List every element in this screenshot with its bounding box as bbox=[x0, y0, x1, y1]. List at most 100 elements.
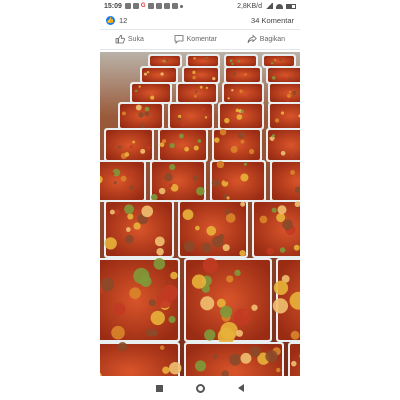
food-piece bbox=[265, 350, 278, 363]
food-piece bbox=[140, 123, 145, 129]
message-icon bbox=[132, 3, 139, 9]
food-piece bbox=[170, 271, 178, 280]
food-piece bbox=[290, 330, 300, 340]
food-piece bbox=[243, 162, 247, 166]
food-piece bbox=[122, 111, 126, 116]
food-piece bbox=[285, 97, 290, 102]
food-piece bbox=[238, 132, 244, 139]
food-containers-photo[interactable] bbox=[100, 52, 300, 376]
food-piece bbox=[271, 207, 277, 213]
food-piece bbox=[240, 173, 249, 182]
food-piece bbox=[286, 93, 291, 98]
food-piece bbox=[162, 366, 170, 374]
food-piece bbox=[207, 115, 210, 118]
food-piece bbox=[140, 275, 152, 288]
food-piece bbox=[224, 209, 231, 215]
food-piece bbox=[212, 77, 216, 81]
status-right: 2,8KB/d bbox=[237, 3, 296, 10]
food-piece bbox=[293, 244, 300, 251]
status-time: 15:09 bbox=[104, 2, 122, 10]
navigation-bar bbox=[100, 376, 300, 400]
like-button[interactable]: Suka bbox=[115, 34, 144, 44]
food-piece bbox=[197, 139, 202, 143]
food-piece bbox=[194, 360, 207, 372]
food-piece bbox=[273, 280, 289, 296]
food-piece bbox=[112, 302, 126, 316]
food-piece bbox=[226, 196, 230, 200]
food-piece bbox=[224, 178, 228, 182]
food-piece bbox=[274, 118, 280, 123]
food-piece bbox=[279, 247, 286, 253]
food-piece bbox=[192, 75, 196, 80]
food-piece bbox=[156, 247, 164, 256]
container-food bbox=[272, 162, 300, 200]
container-food bbox=[270, 104, 300, 128]
food-piece bbox=[154, 236, 165, 247]
food-piece bbox=[288, 90, 292, 94]
food-piece bbox=[118, 145, 122, 149]
network-speed: 2,8KB/d bbox=[237, 2, 262, 10]
food-piece bbox=[144, 111, 150, 117]
food-piece bbox=[244, 73, 247, 76]
food-piece bbox=[169, 164, 176, 171]
food-piece bbox=[290, 170, 296, 175]
food-piece bbox=[197, 77, 201, 80]
food-piece bbox=[243, 69, 246, 72]
youtube-icon bbox=[163, 3, 170, 9]
home-button[interactable] bbox=[195, 383, 205, 393]
food-piece bbox=[219, 128, 227, 136]
food-piece bbox=[150, 95, 155, 100]
food-piece bbox=[104, 237, 117, 250]
food-piece bbox=[182, 209, 194, 221]
food-piece bbox=[288, 77, 292, 80]
food-piece bbox=[144, 106, 150, 112]
food-piece bbox=[192, 70, 196, 74]
notification-icons: G bbox=[124, 3, 183, 9]
food-piece bbox=[251, 304, 258, 311]
food-piece bbox=[166, 59, 169, 62]
food-piece bbox=[213, 354, 218, 359]
food-piece bbox=[224, 117, 230, 124]
reactions-summary: 👍 12 34 Komentar bbox=[100, 12, 300, 28]
share-button[interactable]: Bagikan bbox=[247, 34, 285, 44]
photo-image bbox=[100, 52, 300, 376]
food-piece bbox=[192, 175, 199, 181]
comment-count[interactable]: 34 Komentar bbox=[251, 16, 294, 25]
food-piece bbox=[202, 257, 218, 274]
food-piece bbox=[168, 183, 173, 188]
food-piece bbox=[239, 250, 246, 257]
food-piece bbox=[236, 114, 243, 120]
food-piece bbox=[195, 225, 200, 231]
food-piece bbox=[143, 72, 147, 76]
food-piece bbox=[111, 172, 115, 176]
food-piece bbox=[183, 240, 195, 252]
food-piece bbox=[200, 296, 215, 311]
food-piece bbox=[276, 367, 281, 373]
food-piece bbox=[266, 247, 274, 255]
food-piece bbox=[125, 234, 134, 244]
food-piece bbox=[193, 145, 199, 151]
food-piece bbox=[232, 72, 236, 76]
food-piece bbox=[168, 315, 176, 324]
action-bar: Suka Komentar Bagikan bbox=[100, 30, 300, 48]
food-piece bbox=[146, 145, 151, 150]
food-piece bbox=[100, 277, 115, 292]
back-button[interactable] bbox=[237, 384, 244, 392]
food-piece bbox=[138, 85, 141, 88]
food-piece bbox=[282, 77, 286, 81]
food-piece bbox=[271, 134, 276, 138]
containers-group bbox=[100, 54, 300, 376]
food-piece bbox=[124, 204, 134, 215]
battery-icon bbox=[286, 3, 296, 9]
recents-button[interactable] bbox=[156, 384, 164, 392]
food-piece bbox=[153, 258, 166, 270]
comment-button[interactable]: Komentar bbox=[174, 34, 217, 44]
food-piece bbox=[195, 90, 198, 94]
container-food bbox=[264, 56, 294, 66]
container-food bbox=[188, 56, 218, 66]
reaction-count[interactable]: 12 bbox=[119, 16, 127, 25]
food-piece bbox=[249, 93, 252, 97]
share-icon bbox=[247, 34, 257, 43]
food-piece bbox=[273, 139, 277, 142]
food-piece bbox=[229, 59, 233, 63]
